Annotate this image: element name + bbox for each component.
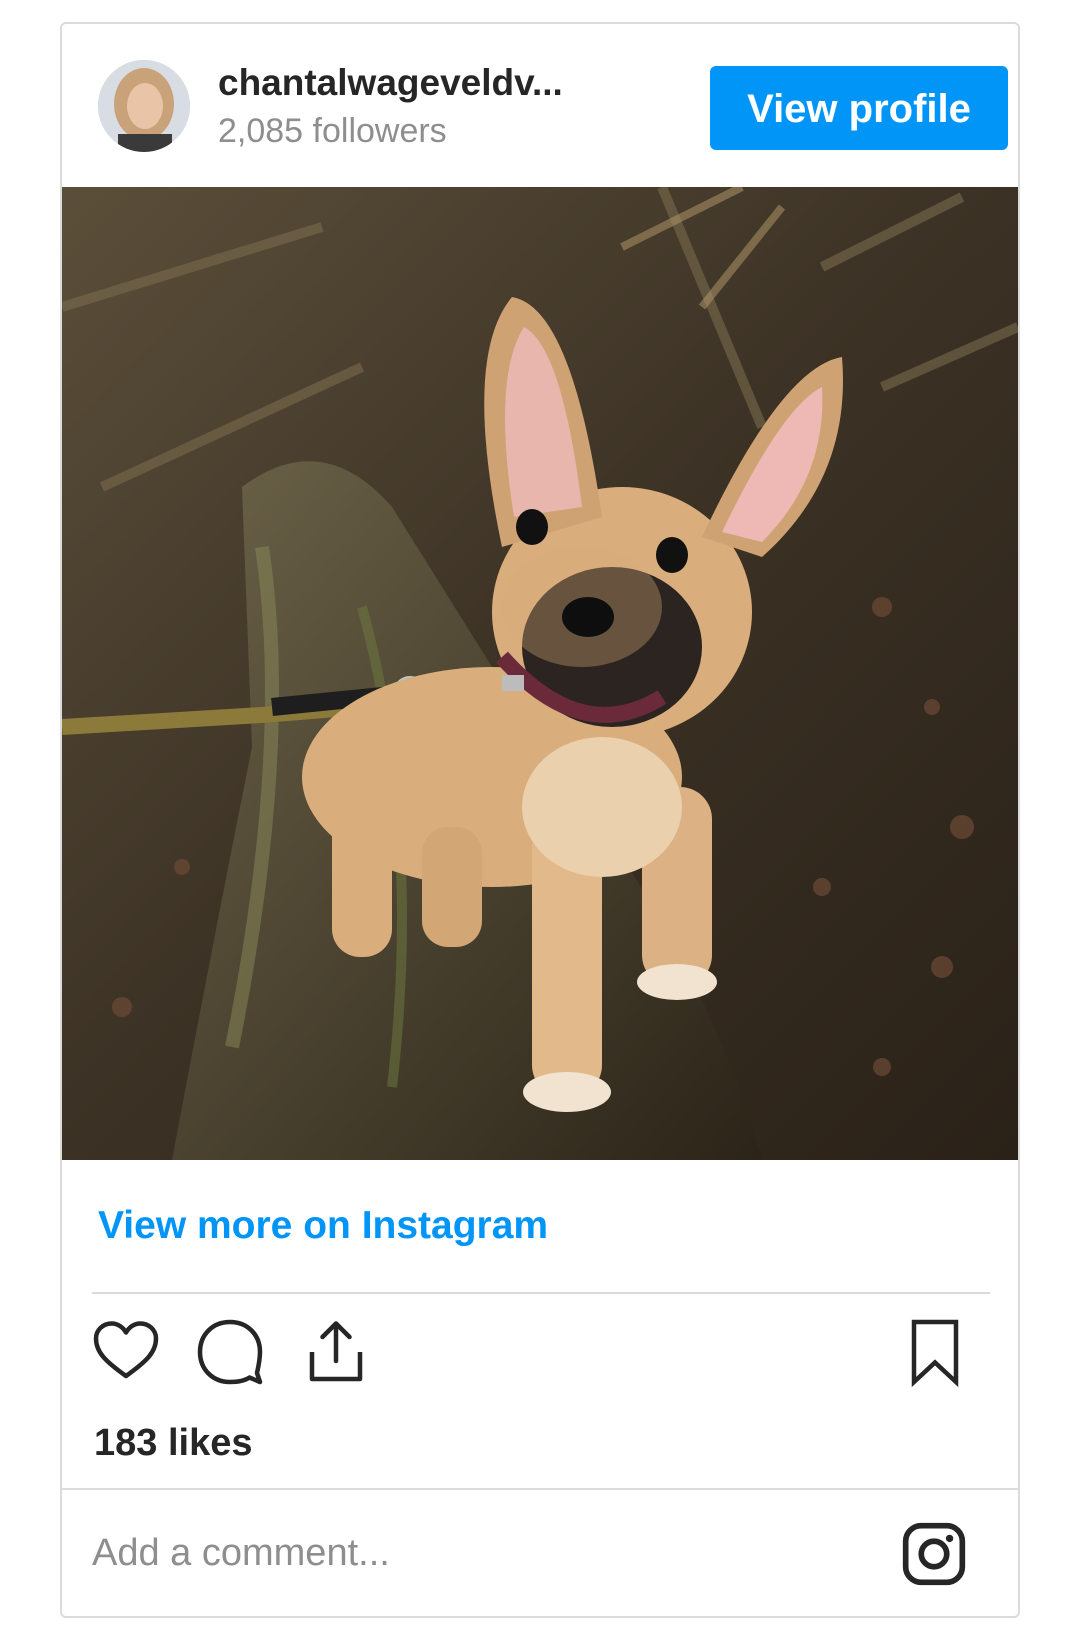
avatar[interactable] (98, 60, 190, 152)
username[interactable]: chantalwageveldv... (218, 62, 563, 104)
dog-photo (62, 187, 1018, 1160)
view-profile-button[interactable]: View profile (710, 66, 1008, 150)
comment-icon[interactable] (194, 1316, 266, 1388)
avatar-image (98, 60, 190, 152)
heart-icon[interactable] (90, 1316, 162, 1388)
comment-input[interactable]: Add a comment... (92, 1532, 390, 1575)
view-more-link[interactable]: View more on Instagram (98, 1204, 548, 1248)
bookmark-icon[interactable] (905, 1316, 965, 1388)
post-header: chantalwageveldv... 2,085 followers View… (62, 24, 1018, 187)
divider (92, 1292, 990, 1294)
post-image[interactable] (62, 187, 1018, 1160)
follower-count: 2,085 followers (218, 112, 447, 150)
share-icon[interactable] (300, 1316, 372, 1388)
instagram-embed-card: chantalwageveldv... 2,085 followers View… (60, 22, 1020, 1618)
like-count: 183 likes (94, 1422, 253, 1464)
divider (62, 1488, 1018, 1490)
instagram-icon[interactable] (900, 1520, 968, 1588)
